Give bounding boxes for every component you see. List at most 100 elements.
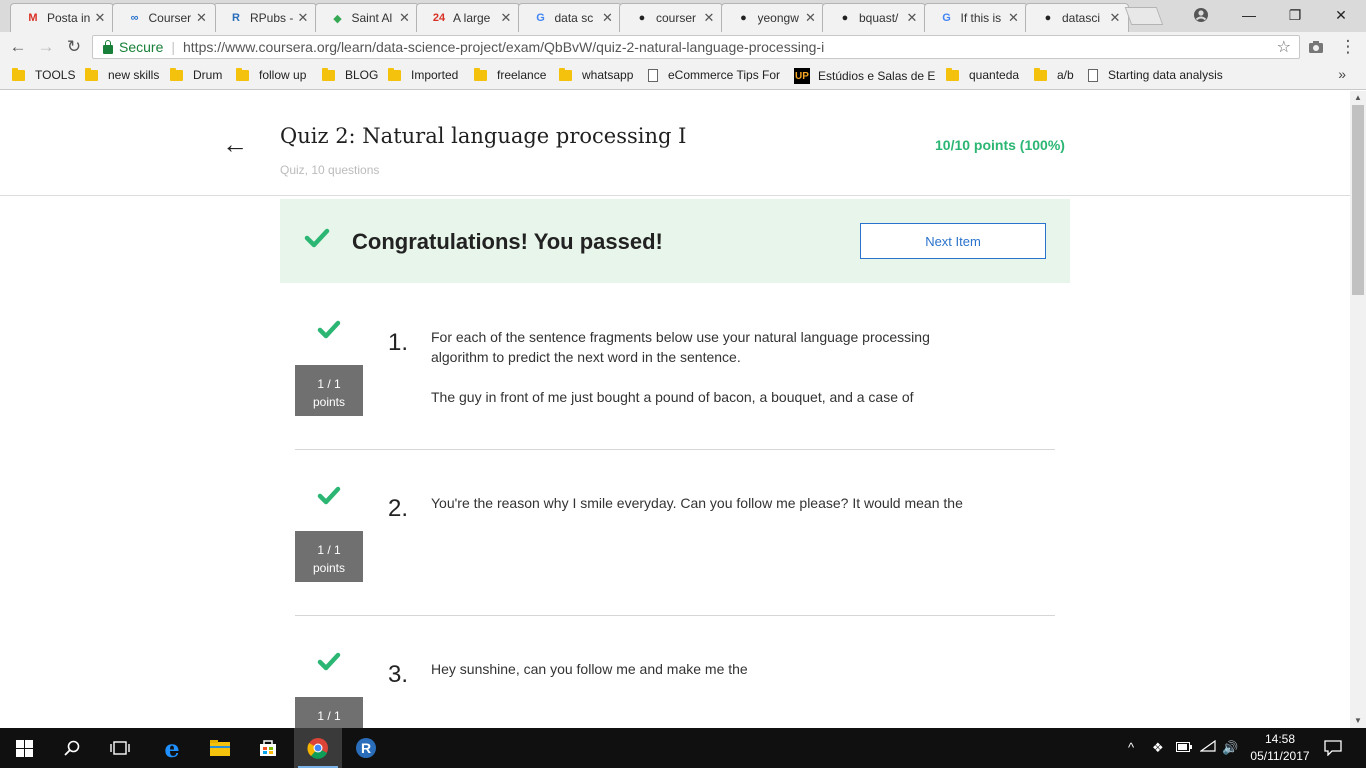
scrollbar-thumb[interactable]: [1352, 105, 1364, 295]
points-badge: 1 / 1points: [295, 697, 363, 728]
back-arrow-icon[interactable]: ←: [222, 129, 248, 160]
browser-tab[interactable]: 24 A large ✕: [416, 3, 520, 32]
close-tab-icon[interactable]: ✕: [804, 10, 818, 26]
github-icon: ●: [841, 12, 849, 24]
clock[interactable]: 14:58 05/11/2017: [1248, 731, 1312, 765]
bookmarks-overflow-icon[interactable]: »: [1338, 66, 1346, 82]
close-tab-icon[interactable]: ✕: [702, 10, 716, 26]
points-label: points: [312, 395, 346, 409]
page-scrollbar[interactable]: ▲ ▼: [1350, 91, 1366, 728]
question-text: Hey sunshine, can you follow me and make…: [431, 661, 748, 677]
up-logo-icon: UP: [794, 68, 810, 84]
bookmark-item[interactable]: a/b: [1034, 67, 1074, 82]
search-icon[interactable]: [48, 728, 96, 768]
minimize-button[interactable]: —: [1226, 0, 1272, 30]
close-tab-icon[interactable]: ✕: [1007, 10, 1021, 26]
forward-icon[interactable]: →: [34, 36, 58, 58]
question-text: For each of the sentence fragments below…: [431, 329, 930, 365]
clock-time: 14:58: [1264, 732, 1296, 746]
bookmark-item[interactable]: UP Estúdios e Salas de E: [794, 68, 935, 84]
close-window-button[interactable]: ✕: [1318, 0, 1364, 30]
restore-button[interactable]: ❐: [1272, 0, 1318, 30]
close-tab-icon[interactable]: ✕: [195, 10, 209, 26]
bookmark-item[interactable]: new skills: [85, 67, 159, 82]
volume-icon[interactable]: 🔊: [1222, 740, 1238, 756]
maps-icon: ◆: [333, 12, 342, 25]
bookmark-label: freelance: [497, 68, 547, 82]
notifications-icon[interactable]: [1324, 740, 1342, 759]
store-icon[interactable]: [244, 728, 292, 768]
bookmark-label: BLOG: [345, 68, 379, 82]
close-tab-icon[interactable]: ✕: [601, 10, 615, 26]
windows-start-icon[interactable]: [0, 728, 48, 768]
folder-icon: [12, 67, 25, 81]
task-view-icon[interactable]: [96, 728, 144, 768]
tab-title: data sc: [554, 11, 594, 25]
github-icon: ●: [1044, 12, 1052, 24]
bookmark-item[interactable]: Starting data analysis: [1088, 68, 1223, 82]
browser-tab[interactable]: ● yeongw ✕: [720, 3, 825, 32]
close-tab-icon[interactable]: ✕: [93, 10, 107, 26]
close-tab-icon[interactable]: ✕: [398, 10, 412, 26]
scroll-up-icon[interactable]: ▲: [1350, 91, 1366, 105]
github-icon: ●: [740, 12, 747, 24]
bookmark-label: eCommerce Tips For: [668, 68, 781, 82]
browser-tab[interactable]: Gdata sc ✕: [517, 3, 622, 32]
folder-icon: [388, 67, 401, 81]
browser-tab[interactable]: M Posta in ✕: [10, 3, 114, 32]
bookmark-item[interactable]: quanteda: [946, 67, 1019, 82]
browser-tab[interactable]: R RPubs - ✕: [213, 3, 317, 32]
bookmark-label: a/b: [1057, 68, 1074, 82]
bookmark-item[interactable]: TOOLS: [12, 67, 75, 82]
folder-icon: [236, 67, 249, 81]
edge-browser-icon[interactable]: e: [148, 728, 196, 768]
question-divider: [295, 449, 1055, 450]
menu-icon[interactable]: ⋮: [1336, 36, 1360, 58]
quiz-header: ← Quiz 2: Natural language processing I …: [0, 91, 1350, 196]
bookmark-item[interactable]: follow up: [236, 67, 307, 82]
battery-icon[interactable]: [1176, 740, 1192, 755]
file-explorer-icon[interactable]: [196, 728, 244, 768]
next-item-button[interactable]: Next Item: [860, 223, 1046, 259]
scroll-down-icon[interactable]: ▼: [1350, 714, 1366, 728]
dropbox-icon[interactable]: ❖: [1152, 740, 1164, 756]
points-score: 1 / 1: [317, 709, 341, 723]
bookmark-item[interactable]: whatsapp: [559, 67, 633, 82]
url-separator: |: [171, 39, 175, 55]
bookmark-item[interactable]: freelance: [474, 67, 547, 82]
tray-expand-icon[interactable]: ^: [1128, 740, 1134, 755]
close-tab-icon[interactable]: ✕: [1108, 10, 1122, 26]
bookmark-item[interactable]: BLOG: [322, 67, 379, 82]
wifi-icon[interactable]: [1199, 739, 1216, 755]
bookmark-item[interactable]: eCommerce Tips For: [648, 68, 780, 82]
correct-check-icon: [317, 320, 341, 345]
question-number: 2.: [388, 495, 409, 522]
bookmark-item[interactable]: Drum: [170, 67, 222, 82]
close-tab-icon[interactable]: ✕: [296, 10, 310, 26]
reload-icon[interactable]: ↻: [62, 36, 86, 58]
browser-tab[interactable]: ∞ Courser ✕: [111, 3, 216, 32]
close-tab-icon[interactable]: ✕: [905, 10, 919, 26]
browser-tab[interactable]: ◆ Saint Al ✕: [314, 3, 419, 32]
browser-tab[interactable]: ● bquast/ ✕: [822, 3, 926, 32]
chrome-icon[interactable]: [294, 728, 342, 768]
address-bar[interactable]: Secure | https://www.coursera.org/learn/…: [92, 35, 1300, 59]
profile-icon[interactable]: [1178, 0, 1224, 30]
points-score: 1 / 1: [317, 377, 341, 391]
browser-tab[interactable]: ● courser ✕: [619, 3, 723, 32]
bookmark-star-icon[interactable]: ☆: [1277, 37, 1291, 57]
r-app-icon[interactable]: R: [342, 728, 390, 768]
back-icon[interactable]: ←: [6, 36, 30, 58]
camera-icon[interactable]: [1304, 36, 1328, 58]
close-tab-icon[interactable]: ✕: [499, 10, 513, 26]
browser-tab[interactable]: ● datasci ✕: [1025, 3, 1129, 32]
quiz-title: Quiz 2: Natural language processing I: [280, 124, 687, 148]
github-icon: ●: [638, 12, 646, 24]
page-icon: [1088, 68, 1098, 82]
quiz-subtitle: Quiz, 10 questions: [280, 163, 380, 177]
bookmark-item[interactable]: Imported: [388, 67, 458, 82]
bookmark-label: follow up: [259, 68, 307, 82]
browser-tab[interactable]: G If this is ✕: [923, 3, 1028, 32]
google-icon: G: [536, 12, 545, 24]
new-tab-button[interactable]: [1124, 7, 1164, 25]
